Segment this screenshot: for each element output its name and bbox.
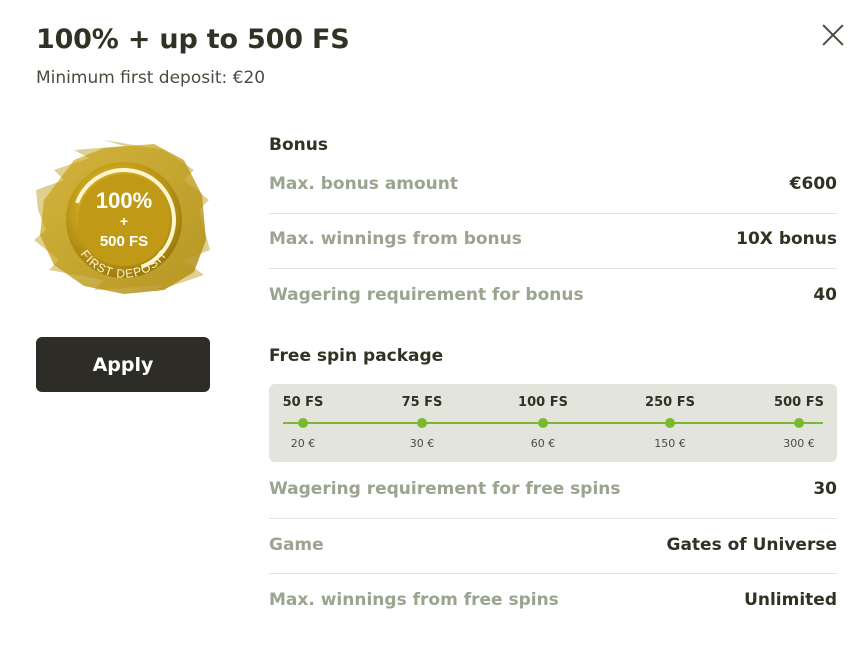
spin-step-dot <box>298 418 308 428</box>
close-icon[interactable] <box>818 20 848 50</box>
free-spins-row-label: Game <box>269 535 324 555</box>
divider <box>269 213 837 214</box>
bonus-row-value: €600 <box>789 174 837 194</box>
free-spin-package-timeline: 50 FS 20 € 75 FS 30 € 100 FS 60 € 250 FS… <box>269 384 837 462</box>
bonus-row: Wagering requirement for bonus 40 <box>269 285 837 305</box>
bonus-row: Max. bonus amount €600 <box>269 174 837 194</box>
free-spins-row: Game Gates of Universe <box>269 535 837 555</box>
bonus-row-label: Max. winnings from bonus <box>269 229 522 249</box>
first-deposit-badge: 100% + 500 FS FIRST DEPOSIT <box>34 140 210 294</box>
free-spins-row: Wagering requirement for free spins 30 <box>269 479 837 499</box>
badge-percent: 100% <box>96 188 152 213</box>
timeline-line <box>283 422 823 424</box>
badge-plus: + <box>120 213 128 229</box>
free-spins-row-value: Unlimited <box>744 590 837 610</box>
free-spins-row-label: Max. winnings from free spins <box>269 590 559 610</box>
spin-step-deposit: 150 € <box>654 437 686 450</box>
divider <box>269 573 837 574</box>
spin-step-dot <box>538 418 548 428</box>
spin-step-fs: 75 FS <box>401 395 443 410</box>
bonus-modal: 100% + up to 500 FS Minimum first deposi… <box>0 0 862 670</box>
bonus-row-label: Wagering requirement for bonus <box>269 285 584 305</box>
spin-step-deposit: 60 € <box>530 437 556 450</box>
free-spins-row-value: 30 <box>813 479 837 499</box>
spin-step-fs: 250 FS <box>645 395 695 410</box>
divider <box>269 518 837 519</box>
free-spins-row-label: Wagering requirement for free spins <box>269 479 621 499</box>
free-spins-row: Max. winnings from free spins Unlimited <box>269 590 837 610</box>
free-spins-section-title: Free spin package <box>269 346 444 366</box>
spin-step-fs: 100 FS <box>518 395 568 410</box>
apply-button[interactable]: Apply <box>36 337 210 392</box>
bonus-row-value: 40 <box>813 285 837 305</box>
bonus-row: Max. winnings from bonus 10X bonus <box>269 229 837 249</box>
bonus-section-title: Bonus <box>269 135 328 155</box>
spin-step-deposit: 30 € <box>409 437 435 450</box>
spin-step-deposit: 300 € <box>783 437 815 450</box>
spin-step-dot <box>794 418 804 428</box>
spin-step-dot <box>665 418 675 428</box>
divider <box>269 268 837 269</box>
bonus-row-label: Max. bonus amount <box>269 174 459 194</box>
spin-step-fs: 50 FS <box>282 395 324 410</box>
bonus-row-value: 10X bonus <box>736 229 837 249</box>
free-spins-row-value: Gates of Universe <box>666 535 838 555</box>
spin-step-deposit: 20 € <box>290 437 316 450</box>
spin-step-dot <box>417 418 427 428</box>
min-deposit-text: Minimum first deposit: €20 <box>36 68 266 88</box>
badge-fs: 500 FS <box>100 233 148 250</box>
spin-step-fs: 500 FS <box>774 395 824 410</box>
modal-title: 100% + up to 500 FS <box>36 24 350 55</box>
